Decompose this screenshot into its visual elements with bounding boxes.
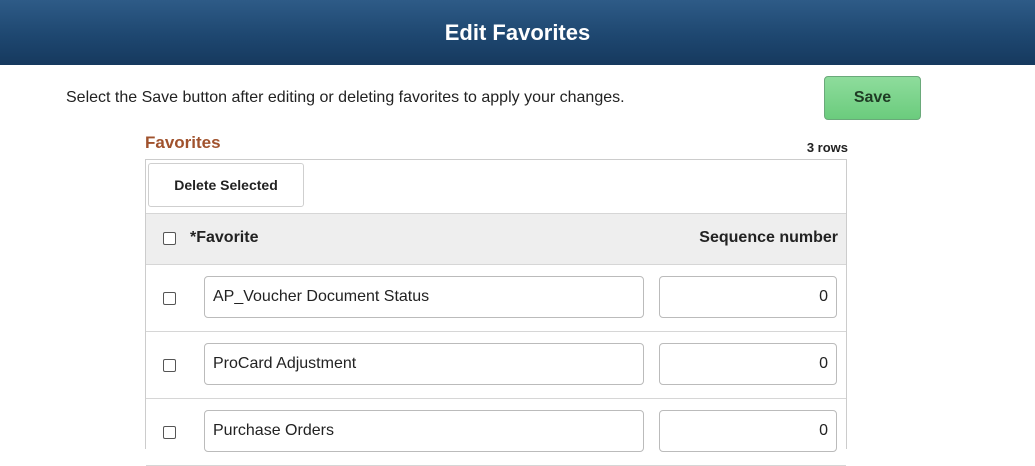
favorites-grid: Delete Selected *Favorite Sequence numbe…: [145, 159, 847, 466]
row-select-checkbox[interactable]: [163, 359, 176, 372]
delete-selected-button[interactable]: Delete Selected: [148, 163, 304, 207]
grid-toolbar: Delete Selected: [146, 160, 846, 214]
table-row: [146, 332, 846, 399]
favorite-name-input[interactable]: [204, 276, 644, 318]
select-all-checkbox[interactable]: [163, 232, 176, 245]
sequence-number-input[interactable]: [659, 276, 837, 318]
row-count: 3 rows: [806, 140, 848, 155]
favorite-name-input[interactable]: [204, 343, 644, 385]
grid-header-row: *Favorite Sequence number: [146, 214, 846, 265]
save-button[interactable]: Save: [824, 76, 921, 120]
row-select-checkbox[interactable]: [163, 292, 176, 305]
sequence-column-header: Sequence number: [699, 229, 838, 246]
table-row: [146, 265, 846, 332]
sequence-number-input[interactable]: [659, 343, 837, 385]
grid-title: Favorites: [145, 133, 221, 152]
page-title-bar: Edit Favorites: [0, 0, 1035, 65]
row-select-checkbox[interactable]: [163, 426, 176, 439]
favorite-column-header: *Favorite: [190, 229, 259, 246]
table-row: [146, 399, 846, 466]
page-title: Edit Favorites: [444, 19, 591, 45]
instructions-text: Select the Save button after editing or …: [66, 89, 625, 106]
